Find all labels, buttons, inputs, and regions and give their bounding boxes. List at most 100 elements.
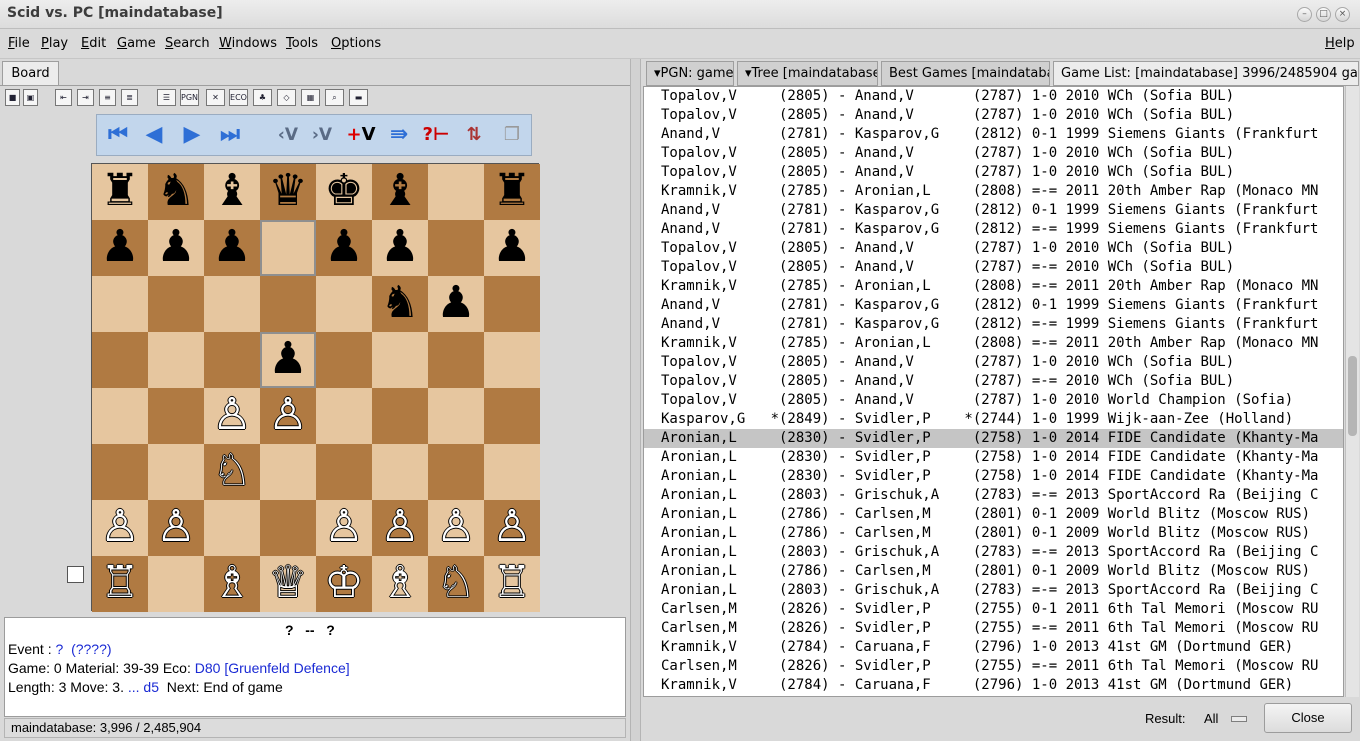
first-move-icon[interactable]: ⏮ xyxy=(103,121,133,149)
square-f5[interactable] xyxy=(372,332,428,388)
indent-icon[interactable]: ⇤ xyxy=(55,89,72,106)
game-list-row[interactable]: Anand,V (2781) - Kasparov,G (2812) 0-1 1… xyxy=(644,201,1343,220)
scrollbar-thumb[interactable] xyxy=(1348,356,1357,436)
white-pawn-icon[interactable]: ♙ xyxy=(372,500,428,556)
square-h5[interactable] xyxy=(484,332,540,388)
white-pawn-icon[interactable]: ♙ xyxy=(428,500,484,556)
game-list-row[interactable]: Topalov,V (2805) - Anand,V (2787) 1-0 20… xyxy=(644,106,1343,125)
square-c2[interactable] xyxy=(204,500,260,556)
eco-icon[interactable]: ECO xyxy=(229,89,248,106)
flip-board-icon[interactable]: ⇅ xyxy=(459,121,489,149)
crosstable-icon[interactable]: ▦ xyxy=(301,89,320,106)
square-b4[interactable] xyxy=(148,388,204,444)
square-g5[interactable] xyxy=(428,332,484,388)
white-knight-icon[interactable]: ♘ xyxy=(204,444,260,500)
last-move-icon[interactable]: ⏭ xyxy=(215,121,245,149)
game-list-row[interactable]: Kramnik,V (2785) - Aronian,L (2808) =-= … xyxy=(644,182,1343,201)
back-icon[interactable]: ◀ xyxy=(141,121,167,149)
tools-icon[interactable]: ✕ xyxy=(206,89,225,106)
tab-tree[interactable]: ▾Tree [maindatabase xyxy=(737,61,878,86)
black-knight-icon[interactable]: ♞ xyxy=(148,164,204,220)
add-variation-icon[interactable]: +V xyxy=(344,121,378,149)
hint-icon[interactable]: ?⊢ xyxy=(421,121,451,149)
minimize-icon[interactable]: – xyxy=(1297,7,1312,22)
game-list-row[interactable]: Kramnik,V (2784) - Caruana,F (2796) 1-0 … xyxy=(644,638,1343,657)
black-pawn-icon[interactable]: ♟ xyxy=(372,220,428,276)
menu-help[interactable]: Help xyxy=(1325,36,1355,51)
square-g8[interactable] xyxy=(428,164,484,220)
game-list-row[interactable]: Topalov,V (2805) - Anand,V (2787) 1-0 20… xyxy=(644,144,1343,163)
menu-edit[interactable]: Edit xyxy=(81,36,106,51)
maximize-icon[interactable]: □ xyxy=(1316,7,1331,22)
white-pawn-icon[interactable]: ♙ xyxy=(148,500,204,556)
white-knight-icon[interactable]: ♘ xyxy=(428,556,484,612)
menu-windows[interactable]: Windows xyxy=(219,36,277,51)
analysis-icon[interactable]: ◇ xyxy=(277,89,296,106)
square-a6[interactable] xyxy=(92,276,148,332)
menu-options[interactable]: Options xyxy=(331,36,381,51)
search-icon[interactable]: ⌕ xyxy=(325,89,344,106)
result-dropdown-icon[interactable] xyxy=(1231,716,1247,722)
square-a5[interactable] xyxy=(92,332,148,388)
black-rook-icon[interactable]: ♜ xyxy=(92,164,148,220)
white-pawn-icon[interactable]: ♙ xyxy=(92,500,148,556)
game-list-row[interactable]: Carlsen,M (2826) - Svidler,P (2755) 0-1 … xyxy=(644,600,1343,619)
game-list-row[interactable]: Kasparov,G *(2849) - Svidler,P *(2744) 1… xyxy=(644,410,1343,429)
train-icon[interactable]: ▬ xyxy=(349,89,368,106)
white-rook-icon[interactable]: ♖ xyxy=(92,556,148,612)
menu-tools[interactable]: Tools xyxy=(286,36,318,51)
white-bishop-icon[interactable]: ♗ xyxy=(372,556,428,612)
square-d3[interactable] xyxy=(260,444,316,500)
game-list-row[interactable]: Aronian,L (2786) - Carlsen,M (2801) 0-1 … xyxy=(644,505,1343,524)
game-list-row[interactable]: Aronian,L (2786) - Carlsen,M (2801) 0-1 … xyxy=(644,562,1343,581)
black-bishop-icon[interactable]: ♝ xyxy=(372,164,428,220)
next-variation-icon[interactable]: ›V xyxy=(307,121,337,149)
save-icon[interactable]: ■ xyxy=(5,89,20,106)
square-b6[interactable] xyxy=(148,276,204,332)
square-h4[interactable] xyxy=(484,388,540,444)
forward-icon[interactable]: ▶ xyxy=(179,121,205,149)
outdent-icon[interactable]: ≡ xyxy=(99,89,116,106)
game-list-row[interactable]: Aronian,L (2803) - Grischuk,A (2783) =-=… xyxy=(644,581,1343,600)
white-rook-icon[interactable]: ♖ xyxy=(484,556,540,612)
previous-variation-icon[interactable]: ‹V xyxy=(273,121,303,149)
black-pawn-icon[interactable]: ♟ xyxy=(204,220,260,276)
menu-play[interactable]: Play xyxy=(41,36,68,51)
white-king-icon[interactable]: ♔ xyxy=(316,556,372,612)
event-date[interactable]: (????) xyxy=(71,641,111,657)
game-list-row[interactable]: Kramnik,V (2784) - Caruana,F (2796) 1-0 … xyxy=(644,676,1343,695)
game-list-row[interactable]: Anand,V (2781) - Kasparov,G (2812) =-= 1… xyxy=(644,315,1343,334)
game-list-row[interactable]: Anand,V (2781) - Kasparov,G (2812) 0-1 1… xyxy=(644,296,1343,315)
game-list-row[interactable]: Topalov,V (2805) - Anand,V (2787) 1-0 20… xyxy=(644,391,1343,410)
menu-search[interactable]: Search xyxy=(165,36,210,51)
black-pawn-icon[interactable]: ♟ xyxy=(316,220,372,276)
game-list-row[interactable]: Aronian,L (2830) - Svidler,P (2758) 1-0 … xyxy=(644,467,1343,486)
square-h3[interactable] xyxy=(484,444,540,500)
list-icon[interactable]: ☰ xyxy=(157,89,176,106)
game-list-row[interactable]: Aronian,L (2786) - Carlsen,M (2801) 0-1 … xyxy=(644,524,1343,543)
square-c5[interactable] xyxy=(204,332,260,388)
square-e5[interactable] xyxy=(316,332,372,388)
square-g3[interactable] xyxy=(428,444,484,500)
black-queen-icon[interactable]: ♛ xyxy=(260,164,316,220)
copy-icon[interactable]: ❐ xyxy=(497,121,527,149)
close-button[interactable]: Close xyxy=(1264,703,1352,733)
pgn-icon[interactable]: PGN xyxy=(180,89,199,106)
black-bishop-icon[interactable]: ♝ xyxy=(204,164,260,220)
white-bishop-icon[interactable]: ♗ xyxy=(204,556,260,612)
square-c6[interactable] xyxy=(204,276,260,332)
tab-game-list[interactable]: Game List: [maindatabase] 3996/2485904 g… xyxy=(1053,61,1359,86)
square-e6[interactable] xyxy=(316,276,372,332)
tab-best-games[interactable]: Best Games [maindatabase xyxy=(881,61,1050,86)
black-rook-icon[interactable]: ♜ xyxy=(484,164,540,220)
indent2-icon[interactable]: ⇥ xyxy=(77,89,94,106)
game-list-row[interactable]: Kramnik,V (2785) - Aronian,L (2808) =-= … xyxy=(644,277,1343,296)
game-list-row[interactable]: Topalov,V (2805) - Anand,V (2787) 1-0 20… xyxy=(644,87,1343,106)
square-a4[interactable] xyxy=(92,388,148,444)
square-g4[interactable] xyxy=(428,388,484,444)
game-list-scrollbar[interactable] xyxy=(1345,86,1359,697)
game-list-row[interactable]: Topalov,V (2805) - Anand,V (2787) =-= 20… xyxy=(644,258,1343,277)
game-list-row[interactable]: Aronian,L (2830) - Svidler,P (2758) 1-0 … xyxy=(644,448,1343,467)
eco-link[interactable]: D80 [Gruenfeld Defence] xyxy=(195,660,350,676)
tree-icon[interactable]: ♣ xyxy=(253,89,272,106)
